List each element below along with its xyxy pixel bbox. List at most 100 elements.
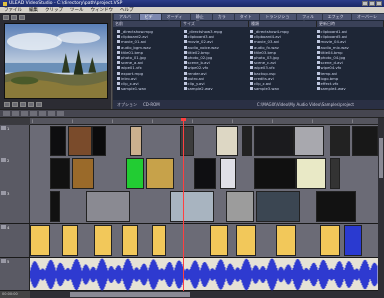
track-lane[interactable]	[30, 157, 378, 190]
file-name: sample4.wav	[320, 86, 346, 92]
browser-tab[interactable]: エフェクト	[322, 14, 352, 25]
file-item[interactable]: sample1.wav	[117, 86, 181, 91]
horizontal-scroll-thumb[interactable]	[70, 292, 190, 297]
timeline-clip[interactable]	[50, 126, 66, 156]
file-item[interactable]: sample4.wav	[316, 86, 381, 92]
tool-redo[interactable]	[57, 111, 64, 116]
file-list: _directshow.mpg _directshow3.mpg _directsh…	[113, 27, 384, 97]
close-icon[interactable]	[376, 1, 382, 6]
next-frame-button[interactable]	[28, 102, 34, 107]
browser-tab[interactable]: オーバーレイ	[352, 14, 384, 25]
playhead[interactable]	[183, 118, 184, 291]
timeline-clip[interactable]	[330, 126, 350, 156]
browser-tab[interactable]: オーディオ	[161, 14, 190, 25]
tool-select[interactable]	[3, 111, 10, 116]
audio-waveform	[29, 258, 378, 291]
file-icon	[316, 71, 320, 75]
file-icon	[316, 50, 320, 54]
file-icon	[117, 76, 120, 80]
tool-cut[interactable]	[12, 111, 19, 116]
track-lane[interactable]	[29, 258, 378, 291]
browser-tab[interactable]: トランジション	[260, 14, 297, 25]
track-header[interactable]: 3	[0, 190, 30, 223]
minimize-icon[interactable]	[362, 1, 368, 6]
timeline-clip[interactable]	[256, 191, 300, 222]
browser-tab[interactable]: タイトル	[234, 14, 260, 25]
vertical-scrollbar[interactable]	[378, 118, 384, 298]
playhead-handle[interactable]	[181, 118, 186, 121]
timeline-clip[interactable]	[344, 225, 362, 256]
timeline-clip[interactable]	[146, 158, 174, 189]
preview-button-3[interactable]	[19, 14, 25, 20]
title-track: 4	[0, 224, 378, 258]
file-item[interactable]: sample3.wav	[250, 86, 314, 91]
options-button[interactable]: オプション	[117, 102, 137, 108]
prev-frame-button[interactable]	[20, 102, 26, 107]
window-icon	[3, 1, 7, 6]
timeline-clip[interactable]	[236, 225, 256, 256]
browser-tab[interactable]: カラー	[212, 14, 234, 25]
timeline-clip[interactable]	[320, 225, 340, 256]
timeline-clip[interactable]	[296, 158, 326, 189]
file-icon	[117, 50, 120, 54]
timeline-clip[interactable]	[72, 158, 94, 189]
file-item[interactable]: sample2.wav	[183, 86, 248, 91]
browser-tab[interactable]: 静止画	[190, 14, 212, 25]
timeline-clip[interactable]	[216, 126, 238, 156]
maximize-icon[interactable]	[369, 1, 375, 6]
browser-tab[interactable]: ビデオ	[139, 14, 161, 25]
file-icon	[183, 76, 187, 80]
horizontal-scrollbar[interactable]	[30, 291, 378, 298]
timeline-clip[interactable]	[254, 126, 294, 156]
track-header[interactable]: 1	[0, 125, 30, 157]
cdrom-label[interactable]: CD-ROM	[143, 102, 160, 107]
timeline-clip[interactable]	[316, 191, 356, 222]
file-icon	[250, 40, 253, 44]
timeline-clip[interactable]	[220, 158, 236, 189]
timeline-clip[interactable]	[294, 126, 324, 156]
track-label: 5	[7, 259, 10, 264]
stop-button[interactable]	[12, 102, 18, 107]
timeline-clip[interactable]	[226, 191, 254, 222]
timeline-clip[interactable]	[30, 225, 50, 256]
track-lane[interactable]	[30, 190, 378, 223]
browser-tabs: アルバムビデオオーディオ静止画カラータイトルトランジションフィルタエフェクトオー…	[113, 13, 384, 25]
timeline-clip[interactable]	[126, 158, 144, 189]
timeline-clip[interactable]	[194, 158, 216, 189]
timeline-clip[interactable]	[152, 225, 166, 256]
timeline-clip[interactable]	[50, 158, 70, 189]
rewind-button[interactable]	[36, 102, 42, 107]
timeline-clip[interactable]	[170, 191, 214, 222]
timeline-clip[interactable]	[92, 126, 106, 156]
tool-split[interactable]	[39, 111, 46, 116]
timeline-clip[interactable]	[86, 191, 130, 222]
timeline-clip[interactable]	[210, 225, 228, 256]
track-header[interactable]: 2	[0, 157, 30, 190]
timeline-clip[interactable]	[254, 158, 296, 189]
preview-button-2[interactable]	[11, 14, 17, 20]
track-header[interactable]: 4	[0, 224, 30, 257]
timeline-clip[interactable]	[330, 158, 340, 189]
tool-undo[interactable]	[48, 111, 55, 116]
timeline-clip[interactable]	[276, 225, 296, 256]
timeline-clip[interactable]	[68, 126, 92, 156]
tool-trim[interactable]	[30, 111, 37, 116]
timeline-clip[interactable]	[50, 191, 60, 222]
play-button[interactable]	[4, 102, 10, 107]
preview-button-1[interactable]	[3, 14, 9, 20]
browser-tab[interactable]: フィルタ	[297, 14, 322, 25]
timeline-ruler[interactable]: | | | | | | | | |	[30, 118, 378, 125]
browser-tab[interactable]: アルバム	[114, 14, 139, 25]
track-lane[interactable]	[30, 125, 378, 157]
track-lane[interactable]	[30, 224, 378, 257]
vertical-scroll-thumb[interactable]	[379, 138, 383, 178]
timeline-clip[interactable]	[122, 225, 138, 256]
timeline-clip[interactable]	[352, 126, 378, 156]
tool-zoom[interactable]	[21, 111, 28, 116]
timeline-clip[interactable]	[62, 225, 78, 256]
file-icon	[250, 87, 253, 91]
timeline-clip[interactable]	[94, 225, 112, 256]
track-header[interactable]: 5	[0, 258, 30, 290]
timeline-clip[interactable]	[242, 126, 252, 156]
timeline-clip[interactable]	[130, 126, 142, 156]
